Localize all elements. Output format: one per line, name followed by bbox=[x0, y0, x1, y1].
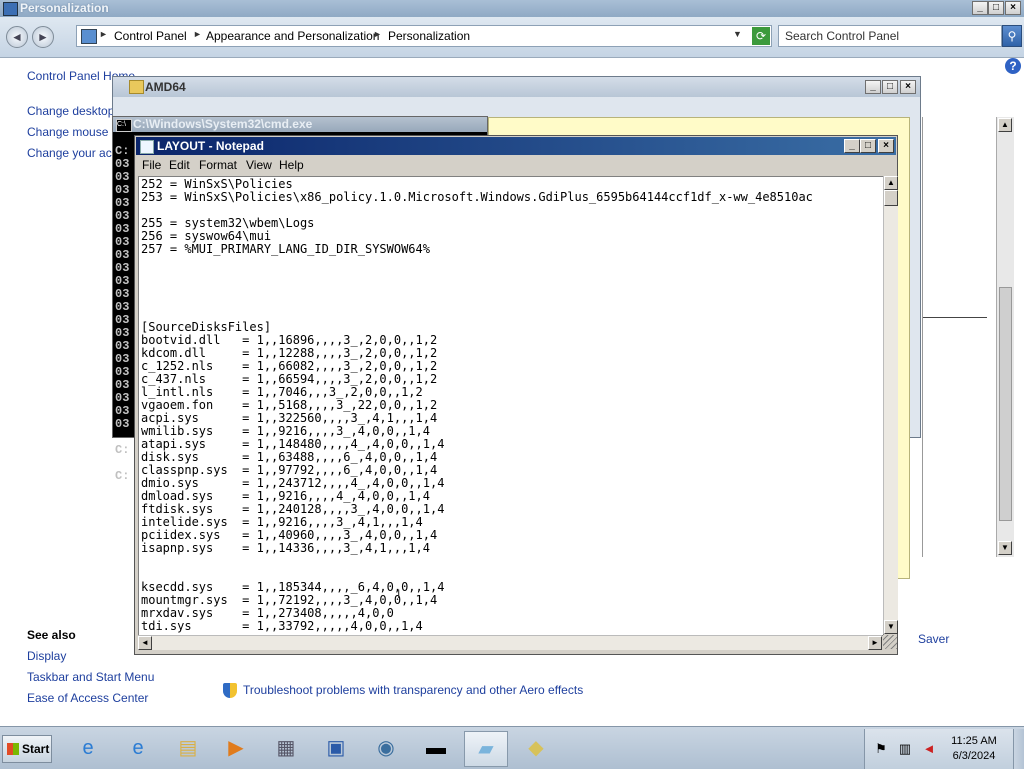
back-button[interactable]: ◄ bbox=[6, 26, 28, 48]
control-panel-titlebar[interactable]: Personalization _ □ × bbox=[0, 0, 1024, 17]
breadcrumb-arrow-icon[interactable]: ► bbox=[99, 29, 108, 39]
close-button[interactable]: × bbox=[1005, 1, 1021, 15]
sidebar-link-account-picture[interactable]: Change your acc bbox=[27, 146, 118, 160]
clock-time[interactable]: 11:25 AM bbox=[949, 735, 999, 747]
internet-explorer-icon[interactable]: e bbox=[66, 731, 110, 767]
start-label: Start bbox=[22, 742, 50, 756]
amd64-title: AMD64 bbox=[145, 80, 186, 94]
address-bar-area: ◄ ► ► Control Panel ► Appearance and Per… bbox=[0, 17, 1024, 58]
notepad-taskbar-icon[interactable]: ▰ bbox=[464, 731, 508, 767]
amd64-maximize-button[interactable]: □ bbox=[882, 80, 898, 94]
notepad-icon bbox=[140, 140, 154, 154]
scroll-left-icon[interactable]: ◄ bbox=[138, 636, 152, 650]
network-icon[interactable]: ▥ bbox=[897, 741, 913, 757]
cmd-icon: C:\ bbox=[116, 119, 132, 132]
see-also-heading: See also bbox=[27, 628, 76, 642]
text-cursor-icon: I bbox=[397, 587, 401, 601]
windows-explorer-icon[interactable]: ▤ bbox=[166, 731, 210, 767]
media-player-icon[interactable]: ▶ bbox=[214, 731, 258, 767]
amd64-close-button[interactable]: × bbox=[900, 80, 916, 94]
notification-area: ⚑ ▥ ◄ 11:25 AM 6/3/2024 bbox=[864, 729, 1024, 769]
notepad-menubar: File Edit Format View Help bbox=[136, 156, 896, 174]
scroll-down-icon[interactable]: ▼ bbox=[884, 620, 898, 634]
menu-help[interactable]: Help bbox=[279, 158, 304, 172]
clock-date[interactable]: 6/3/2024 bbox=[949, 750, 999, 762]
folder-taskbar-icon[interactable]: ◆ bbox=[514, 731, 558, 767]
address-dropdown-icon[interactable]: ▼ bbox=[733, 29, 742, 39]
divider bbox=[923, 317, 987, 318]
cmd-title: C:\Windows\System32\cmd.exe bbox=[133, 117, 313, 131]
screen-saver-label[interactable]: Saver bbox=[918, 632, 949, 646]
cmd-titlebar[interactable]: C:\ C:\Windows\System32\cmd.exe bbox=[113, 117, 487, 132]
cmd-line-prefix: C: bbox=[115, 469, 130, 483]
server-manager-icon[interactable]: ▦ bbox=[264, 731, 308, 767]
see-also-display[interactable]: Display bbox=[27, 649, 66, 663]
notepad-window[interactable]: LAYOUT - Notepad _ □ × File Edit Format … bbox=[134, 135, 898, 655]
scroll-thumb[interactable] bbox=[999, 287, 1012, 521]
address-bar[interactable]: ► Control Panel ► Appearance and Persona… bbox=[76, 25, 772, 47]
menu-format[interactable]: Format bbox=[199, 158, 237, 172]
shield-icon bbox=[223, 683, 237, 698]
amd64-minimize-button[interactable]: _ bbox=[865, 80, 881, 94]
scroll-up-icon[interactable]: ▲ bbox=[998, 118, 1012, 132]
help-icon[interactable]: ? bbox=[1005, 58, 1021, 74]
command-prompt-icon[interactable]: ▬ bbox=[414, 731, 458, 767]
show-desktop-button[interactable] bbox=[1013, 729, 1024, 769]
network-globe-icon[interactable]: ◉ bbox=[364, 731, 408, 767]
maximize-button[interactable]: □ bbox=[988, 1, 1004, 15]
breadcrumb-personalization[interactable]: Personalization bbox=[388, 29, 470, 43]
background-list-pane bbox=[922, 117, 1003, 557]
notepad-horizontal-scrollbar[interactable]: ◄ ► bbox=[138, 635, 882, 650]
windows-logo-icon bbox=[7, 743, 19, 755]
notepad-close-button[interactable]: × bbox=[878, 139, 894, 153]
refresh-icon[interactable]: ⟳ bbox=[752, 27, 770, 45]
search-input[interactable]: Search Control Panel bbox=[778, 25, 1002, 47]
taskbar: Start e e ▤ ▶ ▦ ▣ ◉ ▬ ▰ ◆ ⚑ ▥ ◄ 11:25 AM… bbox=[0, 726, 1024, 769]
scroll-down-icon[interactable]: ▼ bbox=[998, 541, 1012, 555]
folder-icon bbox=[129, 80, 144, 94]
menu-edit[interactable]: Edit bbox=[169, 158, 190, 172]
see-also-ease-of-access[interactable]: Ease of Access Center bbox=[27, 691, 148, 705]
see-also-taskbar[interactable]: Taskbar and Start Menu bbox=[27, 670, 154, 684]
notepad-titlebar[interactable]: LAYOUT - Notepad _ □ × bbox=[136, 137, 896, 155]
scroll-thumb[interactable] bbox=[884, 190, 898, 206]
background-vertical-scrollbar[interactable]: ▲ ▼ bbox=[996, 117, 1014, 557]
forward-button[interactable]: ► bbox=[32, 26, 54, 48]
resize-grip[interactable] bbox=[883, 635, 897, 649]
breadcrumb-control-panel[interactable]: Control Panel bbox=[114, 29, 187, 43]
window-title: Personalization bbox=[20, 1, 109, 15]
action-center-flag-icon[interactable]: ⚑ bbox=[873, 741, 889, 757]
start-button[interactable]: Start bbox=[2, 735, 52, 763]
control-panel-icon bbox=[3, 2, 18, 16]
notepad-maximize-button[interactable]: □ bbox=[860, 139, 876, 153]
control-panel-icon bbox=[81, 29, 97, 44]
notepad-text-area[interactable]: 252 = WinSxS\Policies 253 = WinSxS\Polic… bbox=[138, 176, 884, 636]
cmd-output: C: 03 03 03 03 03 03 03 03 03 03 03 03 03 03 03 03 03 03 03… bbox=[115, 145, 135, 483]
menu-view[interactable]: View bbox=[246, 158, 272, 172]
troubleshoot-aero-link[interactable]: Troubleshoot problems with transparency … bbox=[243, 683, 583, 697]
amd64-titlebar[interactable]: AMD64 _ □ × bbox=[113, 77, 920, 97]
sidebar-link-mouse-pointers[interactable]: Change mouse po bbox=[27, 125, 125, 139]
breadcrumb-arrow-icon[interactable]: ► bbox=[193, 29, 202, 39]
internet-explorer-icon[interactable]: e bbox=[116, 731, 160, 767]
menu-file[interactable]: File bbox=[142, 158, 161, 172]
powershell-icon[interactable]: ▣ bbox=[314, 731, 358, 767]
notepad-text[interactable]: 252 = WinSxS\Policies 253 = WinSxS\Polic… bbox=[141, 178, 813, 633]
volume-muted-icon[interactable]: ◄ bbox=[921, 741, 937, 757]
search-icon[interactable]: ⚲ bbox=[1002, 25, 1022, 47]
scroll-right-icon[interactable]: ► bbox=[868, 636, 882, 650]
notepad-vertical-scrollbar[interactable]: ▲ ▼ bbox=[883, 176, 898, 634]
breadcrumb-appearance[interactable]: Appearance and Personalization bbox=[206, 29, 379, 43]
breadcrumb-arrow-icon[interactable]: ► bbox=[373, 29, 382, 39]
notepad-minimize-button[interactable]: _ bbox=[844, 139, 860, 153]
minimize-button[interactable]: _ bbox=[972, 1, 988, 15]
notepad-title: LAYOUT - Notepad bbox=[157, 139, 264, 153]
scroll-up-icon[interactable]: ▲ bbox=[884, 176, 898, 190]
